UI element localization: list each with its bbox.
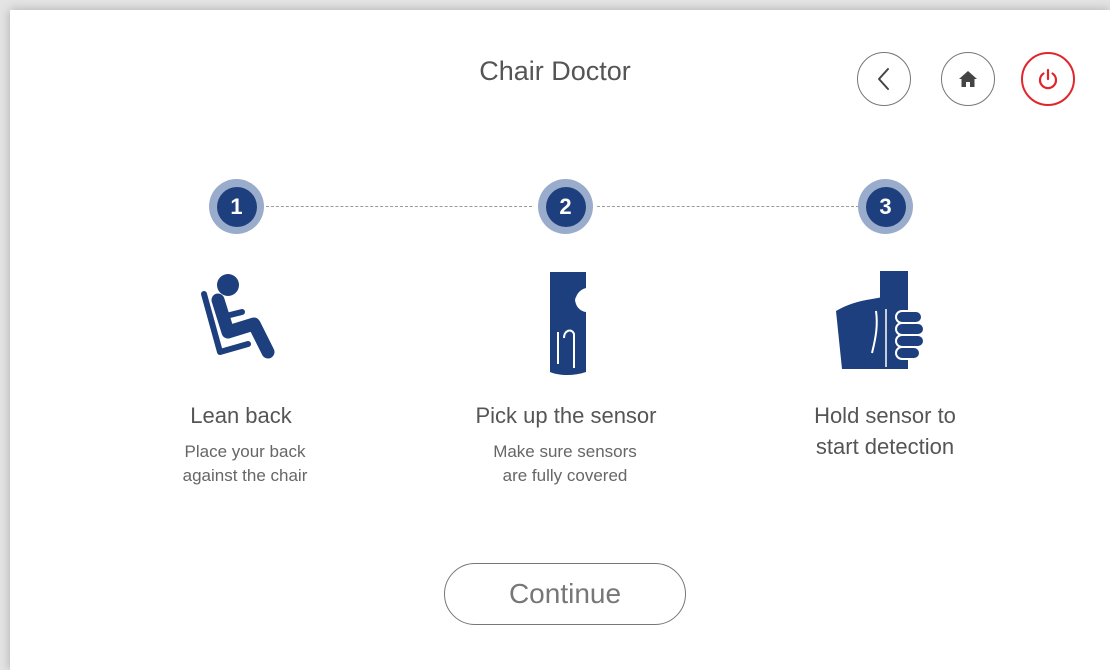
continue-button[interactable]: Continue xyxy=(444,563,686,625)
recline-person-icon xyxy=(201,274,275,359)
home-button[interactable] xyxy=(941,52,995,106)
step-1-description-line-2: against the chair xyxy=(182,466,308,485)
power-icon xyxy=(1038,68,1058,90)
step-connector-2-3 xyxy=(597,206,859,207)
step-2-description-line-2: are fully covered xyxy=(502,466,628,485)
chevron-left-icon xyxy=(878,68,889,90)
step-2-description: Make sure sensors are fully covered xyxy=(415,440,715,488)
step-1-description-line-1: Place your back xyxy=(184,442,306,461)
step-1-number: 1 xyxy=(216,186,257,227)
step-1-indicator: 1 xyxy=(209,179,264,234)
sensor-icon xyxy=(550,272,586,375)
step-3-title: Hold sensor to start detection xyxy=(735,400,1035,462)
step-2-description-line-1: Make sure sensors xyxy=(493,442,637,461)
power-button[interactable] xyxy=(1021,52,1075,106)
step-3-indicator: 3 xyxy=(858,179,913,234)
step-2-title: Pick up the sensor xyxy=(475,403,657,428)
step-2-indicator: 2 xyxy=(538,179,593,234)
hand-holding-sensor-icon xyxy=(836,271,925,369)
step-3-title-line-2: start detection xyxy=(815,434,955,459)
home-icon xyxy=(959,71,977,87)
step-1-description: Place your back against the chair xyxy=(95,440,395,488)
step-3-number: 3 xyxy=(865,186,906,227)
step-2-number: 2 xyxy=(545,186,586,227)
step-1-title: Lean back xyxy=(190,403,292,428)
step-connector-1-2 xyxy=(266,206,532,207)
back-button[interactable] xyxy=(857,52,911,106)
step-3-title-line-1: Hold sensor to xyxy=(814,403,956,428)
